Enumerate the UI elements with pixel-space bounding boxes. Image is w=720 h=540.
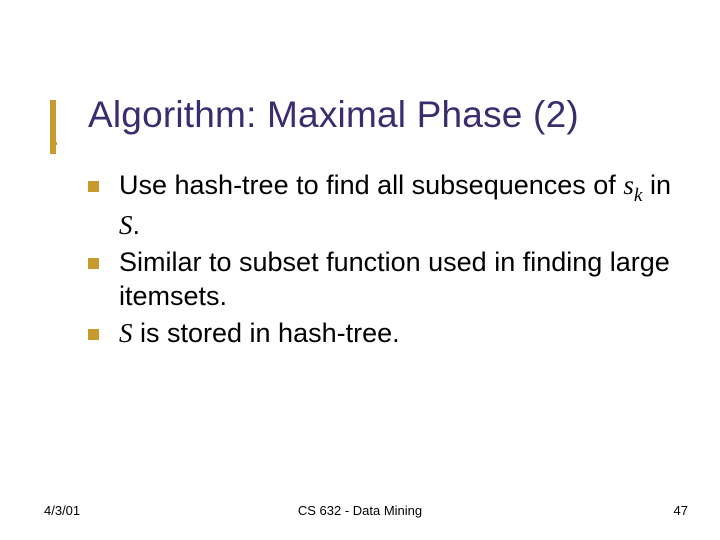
slide: Algorithm: Maximal Phase (2) Use hash-tr… [0,0,720,540]
square-bullet-icon [88,258,99,269]
bullet-item: Use hash-tree to find all subsequences o… [88,168,684,243]
text-run: in [642,170,671,200]
var-s: s [623,170,634,200]
bullet-text: Use hash-tree to find all subsequences o… [119,168,684,243]
title-underline [50,142,57,145]
bullet-text: Similar to subset function used in findi… [119,245,684,314]
footer-page-number: 47 [674,503,688,518]
content-area: Use hash-tree to find all subsequences o… [88,168,684,352]
var-S: S [119,210,133,240]
title-accent-bar [50,100,56,154]
text-run: . [133,210,141,240]
var-S: S [119,318,133,348]
bullet-item: S is stored in hash-tree. [88,316,684,351]
var-sub-k: k [634,185,643,206]
square-bullet-icon [88,181,99,192]
bullet-text: S is stored in hash-tree. [119,316,400,351]
footer: 4/3/01 CS 632 - Data Mining 47 [0,498,720,518]
title-container: Algorithm: Maximal Phase (2) [88,94,700,136]
text-run: is stored in hash-tree. [133,318,400,348]
square-bullet-icon [88,329,99,340]
footer-course: CS 632 - Data Mining [0,503,720,518]
text-run: Use hash-tree to find all subsequences o… [119,170,623,200]
slide-title: Algorithm: Maximal Phase (2) [88,94,700,136]
bullet-item: Similar to subset function used in findi… [88,245,684,314]
text-run: Similar to subset function used in findi… [119,247,670,312]
